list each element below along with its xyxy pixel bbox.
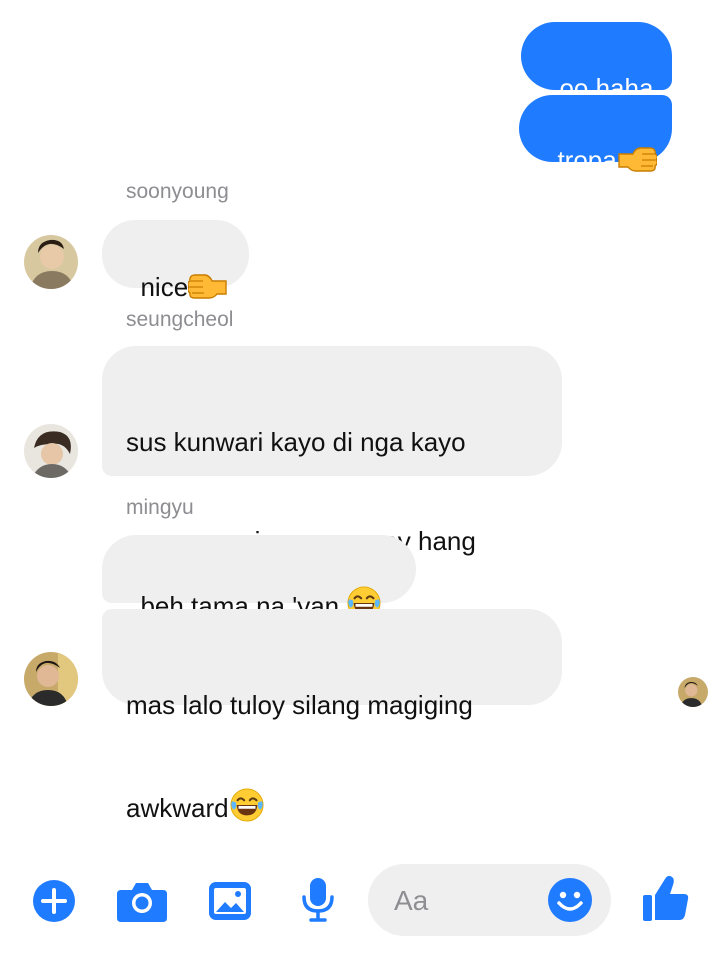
sender-name: mingyu bbox=[126, 496, 194, 519]
read-receipt-avatar bbox=[678, 677, 708, 707]
avatar[interactable] bbox=[24, 424, 78, 478]
message-line: awkward bbox=[126, 788, 562, 825]
image-icon[interactable] bbox=[207, 880, 253, 927]
message-text: tropa bbox=[557, 145, 617, 175]
incoming-message[interactable]: sus kunwari kayo di nga kayo nagpapansin… bbox=[102, 346, 562, 659]
message-composer[interactable] bbox=[368, 864, 611, 936]
plus-icon[interactable] bbox=[33, 880, 75, 927]
message-line: mas lalo tuloy silang magiging bbox=[126, 690, 473, 720]
sender-name: soonyoung bbox=[126, 180, 229, 203]
incoming-message[interactable]: beh tama na 'yan bbox=[102, 535, 416, 621]
avatar[interactable] bbox=[24, 235, 78, 289]
outgoing-message[interactable]: oo haha bbox=[521, 22, 672, 103]
outgoing-message[interactable]: tropa bbox=[519, 95, 672, 175]
avatar[interactable] bbox=[24, 652, 78, 706]
like-thumbs-up-icon[interactable] bbox=[641, 873, 691, 928]
microphone-icon[interactable] bbox=[300, 877, 336, 928]
incoming-message[interactable]: mas lalo tuloy silang magiging awkward bbox=[102, 609, 562, 823]
incoming-message[interactable]: nice bbox=[102, 220, 249, 302]
left-facing-fist-emoji-icon bbox=[188, 271, 228, 301]
camera-icon[interactable] bbox=[117, 880, 167, 927]
right-facing-fist-emoji-icon bbox=[617, 144, 657, 174]
message-input[interactable] bbox=[392, 882, 546, 920]
message-line: sus kunwari kayo di nga kayo bbox=[126, 427, 466, 457]
message-text: nice bbox=[140, 272, 189, 302]
face-with-tears-of-joy-emoji-icon bbox=[229, 788, 265, 822]
sender-name: seungcheol bbox=[126, 308, 234, 331]
emoji-icon[interactable] bbox=[548, 878, 592, 927]
